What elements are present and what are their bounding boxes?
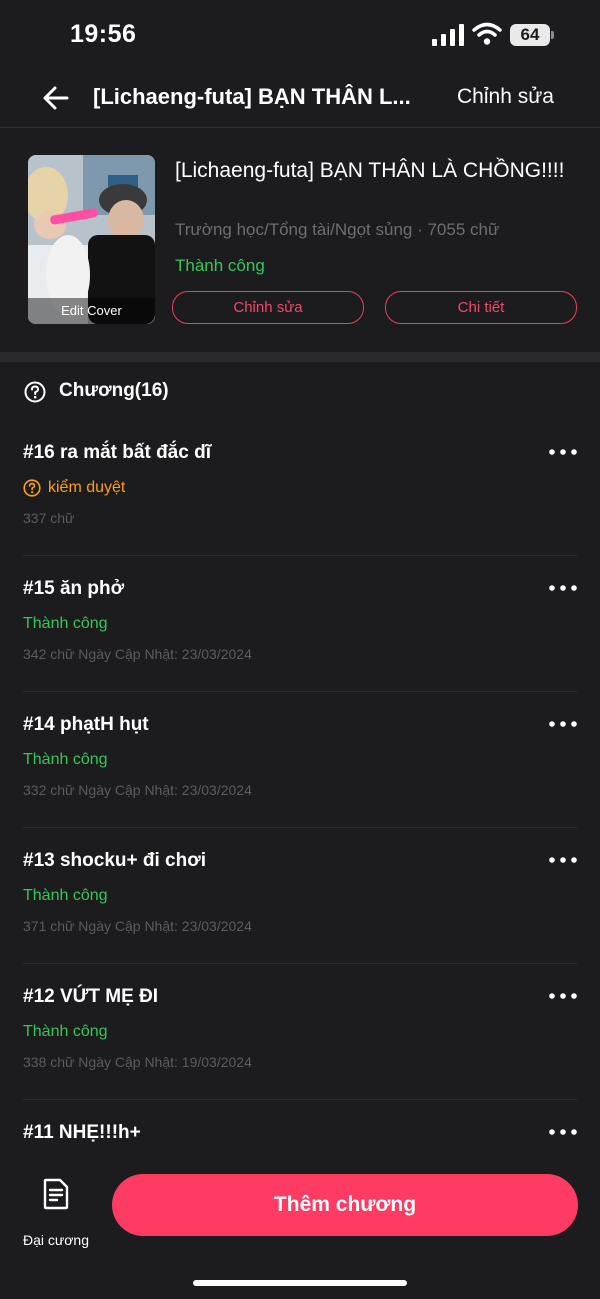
question-circle-icon — [23, 479, 41, 497]
more-options-icon[interactable] — [548, 580, 578, 596]
book-cover[interactable]: Edit Cover — [28, 155, 155, 324]
chapter-status: Thành công — [23, 751, 108, 768]
back-arrow-icon[interactable] — [40, 82, 72, 114]
chapter-status: Thành công — [23, 887, 108, 904]
battery-level: 64 — [510, 24, 550, 46]
home-indicator — [193, 1280, 407, 1286]
chapter-item[interactable]: #15 ăn phở Thành công 342 chữ Ngày Cập N… — [0, 556, 600, 692]
edit-book-button[interactable]: Chỉnh sửa — [172, 291, 364, 324]
chapter-title: #14 phạtH hụt — [23, 714, 149, 735]
status-bar: 19:56 64 — [0, 0, 600, 70]
chapters-count: Chương(16) — [59, 380, 169, 401]
more-options-icon[interactable] — [548, 1124, 578, 1140]
chapter-status: Thành công — [23, 1023, 108, 1040]
book-status: Thành công — [175, 256, 265, 275]
chapter-title: #11 NHẸ!!!h+ — [23, 1122, 141, 1143]
chapter-status: Thành công — [23, 615, 108, 632]
chapter-meta: 337 chữ — [23, 510, 75, 526]
chapter-meta: 332 chữ Ngày Cập Nhật: 23/03/2024 — [23, 782, 252, 798]
chapter-meta: 371 chữ Ngày Cập Nhật: 23/03/2024 — [23, 918, 252, 934]
more-options-icon[interactable] — [548, 852, 578, 868]
chapter-meta: 338 chữ Ngày Cập Nhật: 19/03/2024 — [23, 1054, 252, 1070]
book-meta: Trường học/Tổng tài/Ngọt sủng · 7055 chữ — [175, 220, 500, 239]
status-time: 19:56 — [70, 20, 137, 48]
chapter-item[interactable]: #12 VỨT MẸ ĐI Thành công 338 chữ Ngày Cậ… — [0, 964, 600, 1100]
book-info: Edit Cover [Lichaeng-futa] BẠN THÂN LÀ C… — [0, 128, 600, 352]
more-options-icon[interactable] — [548, 988, 578, 1004]
battery-icon: 64 — [510, 24, 556, 46]
page-title: [Lichaeng-futa] BẠN THÂN L... — [93, 84, 411, 109]
bottom-bar: Đại cương Thêm chương — [0, 1160, 600, 1299]
book-detail-button[interactable]: Chi tiết — [385, 291, 577, 324]
chapter-status: kiểm duyệt — [48, 479, 126, 496]
document-icon — [43, 1178, 69, 1210]
chapter-title: #15 ăn phở — [23, 578, 125, 599]
edit-cover-label: Edit Cover — [28, 298, 155, 324]
more-options-icon[interactable] — [548, 444, 578, 460]
chapter-meta: 342 chữ Ngày Cập Nhật: 23/03/2024 — [23, 646, 252, 662]
outline-button[interactable]: Đại cương — [20, 1176, 92, 1248]
book-title: [Lichaeng-futa] BẠN THÂN LÀ CHỒNG!!!! — [175, 159, 565, 182]
add-chapter-button[interactable]: Thêm chương — [112, 1174, 578, 1236]
chapter-item[interactable]: #16 ra mắt bất đắc dĩ kiểm duyệt 337 chữ — [0, 420, 600, 556]
chapter-item[interactable]: #13 shocku+ đi chơi Thành công 371 chữ N… — [0, 828, 600, 964]
chapter-title: #16 ra mắt bất đắc dĩ — [23, 442, 211, 463]
edit-button[interactable]: Chỉnh sửa — [457, 85, 554, 109]
question-circle-icon[interactable] — [24, 381, 46, 403]
cellular-signal-icon — [432, 24, 464, 46]
chapter-item[interactable]: #14 phạtH hụt Thành công 332 chữ Ngày Cậ… — [0, 692, 600, 828]
nav-bar: [Lichaeng-futa] BẠN THÂN L... Chỉnh sửa — [0, 70, 600, 128]
section-separator — [0, 352, 600, 362]
outline-label: Đại cương — [22, 1232, 90, 1248]
wifi-icon — [472, 22, 502, 45]
chapter-title: #12 VỨT MẸ ĐI — [23, 986, 159, 1007]
chapter-title: #13 shocku+ đi chơi — [23, 850, 206, 871]
more-options-icon[interactable] — [548, 716, 578, 732]
